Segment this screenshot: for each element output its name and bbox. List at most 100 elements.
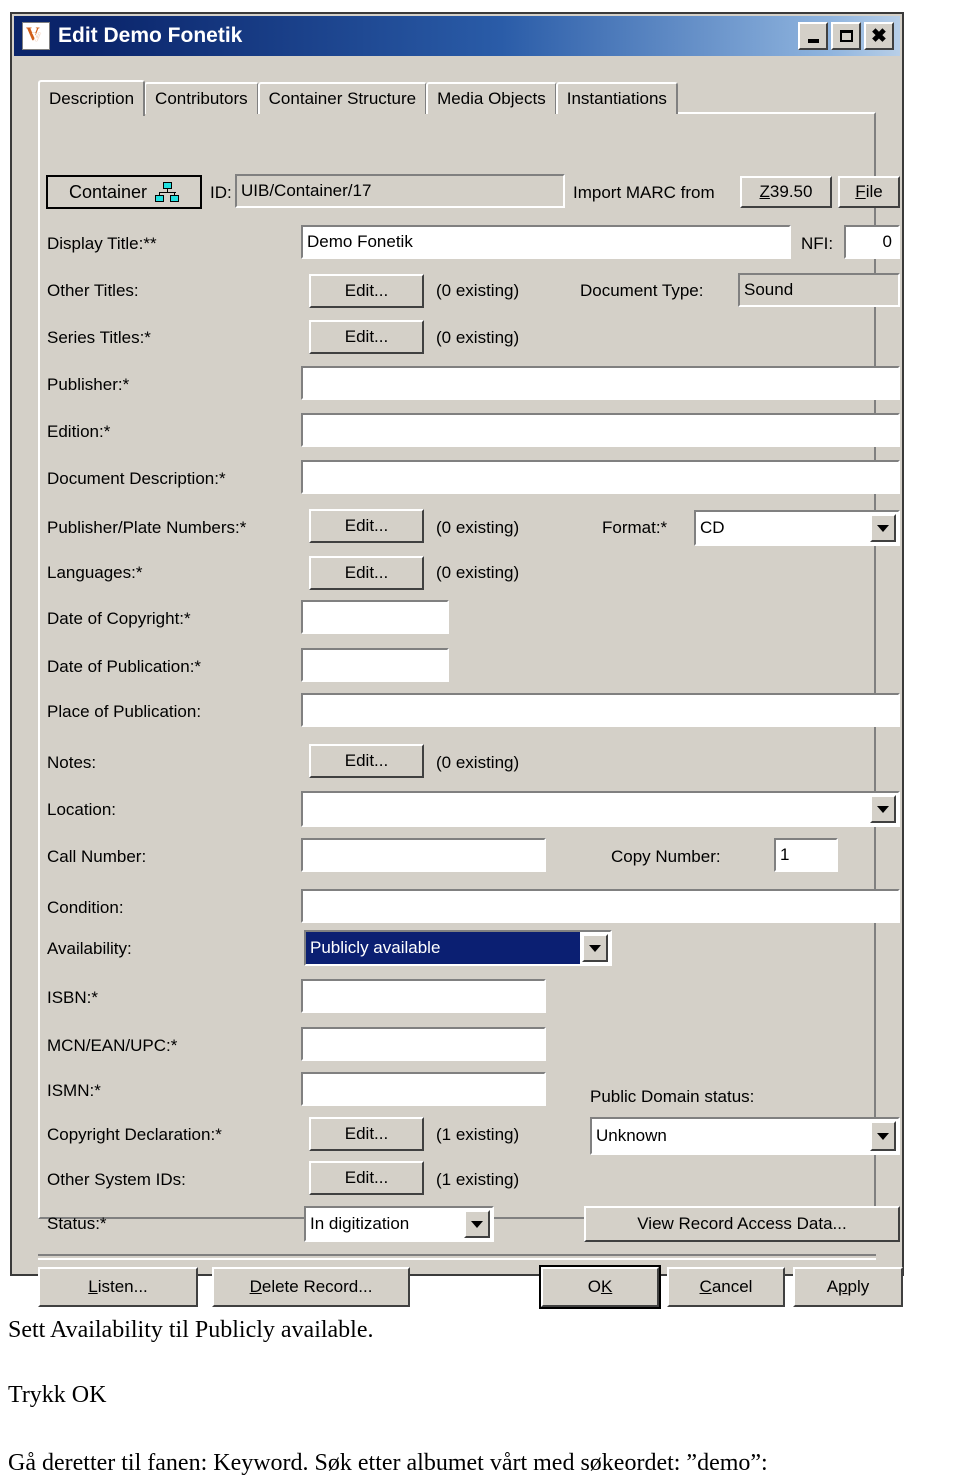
- date-of-publication-label: Date of Publication:*: [47, 657, 202, 676]
- display-title-label: Display Title:**: [47, 234, 157, 253]
- format-label: Format:*: [602, 518, 668, 537]
- delete-record-button[interactable]: Delete Record...: [212, 1267, 410, 1307]
- listen-button[interactable]: Listen...: [38, 1267, 198, 1307]
- status-value: In digitization: [310, 1214, 410, 1233]
- copyright-declaration-count: (1 existing): [436, 1125, 520, 1144]
- chevron-down-icon[interactable]: [870, 795, 896, 823]
- caption-line-1: Sett Availability til Publicly available…: [8, 1317, 374, 1343]
- publisher-plate-numbers-label: Publisher/Plate Numbers:*: [47, 518, 247, 537]
- notes-edit-button[interactable]: Edit...: [309, 744, 424, 778]
- date-of-copyright-input[interactable]: [301, 600, 449, 634]
- import-z3950-button[interactable]: Z39.50: [740, 176, 832, 208]
- other-titles-label: Other Titles:: [47, 281, 139, 300]
- series-titles-label: Series Titles:*: [47, 328, 151, 347]
- window-control-buttons: ✖: [798, 22, 894, 50]
- location-label: Location:: [47, 800, 116, 819]
- minimize-icon: [807, 38, 819, 43]
- condition-label: Condition:: [47, 898, 124, 917]
- other-system-ids-edit-button[interactable]: Edit...: [309, 1161, 424, 1195]
- other-titles-edit-button[interactable]: Edit...: [309, 274, 424, 308]
- place-of-publication-input[interactable]: [301, 693, 900, 727]
- import-file-button[interactable]: File: [838, 176, 900, 208]
- tab-media-objects[interactable]: Media Objects: [426, 82, 557, 114]
- availability-label: Availability:: [47, 939, 132, 958]
- edition-label: Edition:*: [47, 422, 111, 441]
- document-description-input[interactable]: [301, 460, 900, 494]
- chevron-down-icon[interactable]: [582, 934, 608, 962]
- edit-record-window: Vv Edit Demo Fonetik ✖ Description Contr…: [10, 12, 904, 1307]
- hierarchy-icon: [155, 182, 180, 202]
- edition-input[interactable]: [301, 413, 900, 447]
- location-value: [303, 793, 868, 825]
- mcn-ean-upc-label: MCN/EAN/UPC:*: [47, 1036, 178, 1055]
- container-button-label: Container: [68, 181, 148, 202]
- close-icon: ✖: [871, 25, 887, 47]
- availability-value: Publicly available: [306, 932, 580, 964]
- location-combobox[interactable]: [301, 791, 900, 827]
- date-of-publication-input[interactable]: [301, 648, 449, 682]
- vital-v-icon: Vv: [22, 22, 50, 50]
- format-combobox[interactable]: CD: [694, 510, 900, 546]
- copyright-declaration-label: Copyright Declaration:*: [47, 1125, 222, 1144]
- chevron-down-icon[interactable]: [870, 514, 896, 542]
- call-number-input[interactable]: [301, 838, 546, 872]
- copyright-declaration-edit-button[interactable]: Edit...: [309, 1117, 424, 1151]
- tab-contributors[interactable]: Contributors: [144, 82, 259, 114]
- copy-number-label: Copy Number:: [611, 847, 721, 866]
- notes-label: Notes:: [47, 753, 97, 772]
- nfi-input[interactable]: 0: [844, 225, 900, 259]
- document-description-label: Document Description:*: [47, 469, 226, 488]
- status-label: Status:*: [47, 1214, 107, 1233]
- maximize-icon: [839, 30, 853, 42]
- document-type-value: Sound: [738, 273, 900, 307]
- import-z3950-label: Z39.50: [759, 182, 813, 201]
- date-of-copyright-label: Date of Copyright:*: [47, 609, 191, 628]
- mcn-ean-upc-input[interactable]: [301, 1027, 546, 1061]
- languages-edit-button[interactable]: Edit...: [309, 556, 424, 590]
- caption-line-2: Trykk OK: [8, 1382, 107, 1408]
- other-titles-count: (0 existing): [436, 281, 520, 300]
- import-file-label: File: [855, 182, 883, 201]
- apply-button-label: Apply: [826, 1277, 870, 1296]
- id-field[interactable]: UIB/Container/17: [235, 174, 565, 208]
- window-titlebar[interactable]: Vv Edit Demo Fonetik ✖: [14, 16, 900, 56]
- container-button[interactable]: Container: [46, 175, 202, 209]
- publisher-plate-numbers-edit-button[interactable]: Edit...: [309, 509, 424, 543]
- display-title-input[interactable]: Demo Fonetik: [301, 225, 791, 259]
- public-domain-status-combobox[interactable]: Unknown: [590, 1117, 900, 1155]
- cancel-button[interactable]: Cancel: [667, 1267, 785, 1307]
- public-domain-status-value: Unknown: [596, 1126, 667, 1145]
- apply-button[interactable]: Apply: [793, 1267, 903, 1307]
- publisher-plate-numbers-count: (0 existing): [436, 518, 520, 537]
- condition-input[interactable]: [301, 889, 900, 923]
- window-title: Edit Demo Fonetik: [58, 24, 243, 47]
- place-of-publication-label: Place of Publication:: [47, 702, 202, 721]
- chevron-down-icon[interactable]: [464, 1210, 490, 1238]
- minimize-button[interactable]: [798, 22, 828, 50]
- close-button[interactable]: ✖: [864, 22, 894, 50]
- tab-instantiations[interactable]: Instantiations: [555, 82, 678, 114]
- series-titles-edit-button[interactable]: Edit...: [309, 320, 424, 354]
- delete-record-button-label: Delete Record...: [249, 1277, 373, 1296]
- isbn-input[interactable]: [301, 979, 546, 1013]
- status-combobox[interactable]: In digitization: [304, 1206, 494, 1242]
- maximize-button[interactable]: [831, 22, 861, 50]
- listen-button-label: Listen...: [88, 1277, 148, 1296]
- tab-container-structure[interactable]: Container Structure: [257, 82, 428, 114]
- copy-number-input[interactable]: 1: [774, 838, 838, 872]
- chevron-down-icon[interactable]: [870, 1121, 896, 1151]
- ok-button[interactable]: OK: [541, 1267, 659, 1307]
- languages-label: Languages:*: [47, 563, 143, 582]
- ismn-label: ISMN:*: [47, 1081, 101, 1100]
- tab-description[interactable]: Description: [38, 80, 146, 116]
- caption-line-3: Gå deretter til fanen: Keyword. Søk ette…: [8, 1450, 768, 1476]
- publisher-input[interactable]: [301, 366, 900, 400]
- languages-count: (0 existing): [436, 563, 520, 582]
- availability-combobox[interactable]: Publicly available: [304, 930, 612, 966]
- ismn-input[interactable]: [301, 1072, 546, 1106]
- footer-divider: [38, 1254, 876, 1260]
- isbn-label: ISBN:*: [47, 988, 99, 1007]
- ok-button-label: OK: [587, 1277, 613, 1296]
- view-record-access-data-button[interactable]: View Record Access Data...: [584, 1206, 900, 1242]
- id-label: ID:: [210, 183, 232, 202]
